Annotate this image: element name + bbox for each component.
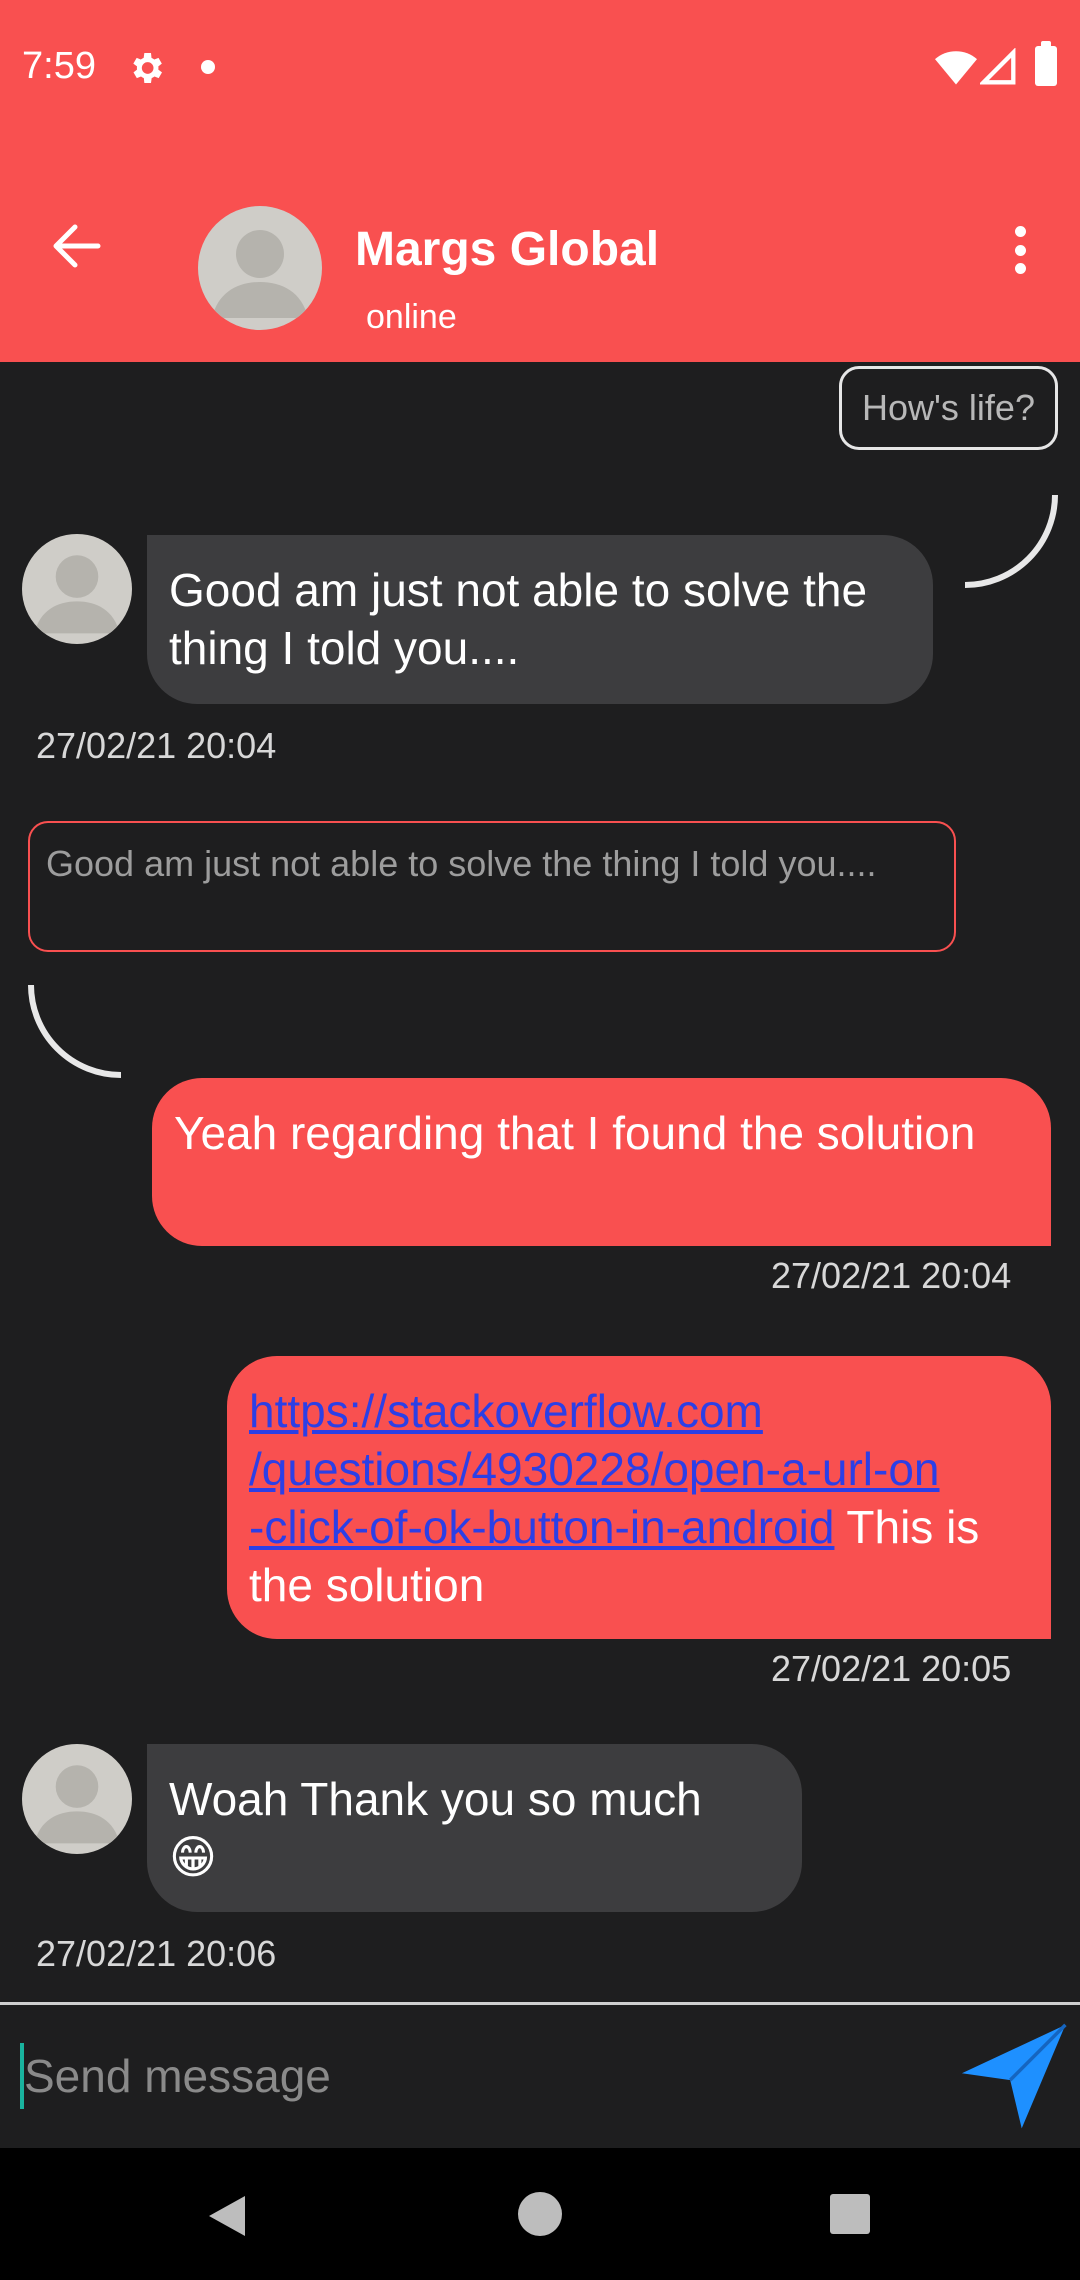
- chat-screen: 7:59 Margs Global online How's life? Goo…: [0, 0, 1080, 2280]
- wifi-icon: [935, 51, 977, 85]
- person-icon: [34, 555, 120, 634]
- message-text: Woah Thank you so much: [169, 1773, 702, 1825]
- battery-icon: [1035, 41, 1057, 86]
- message-time: 27/02/21 20:04: [771, 1255, 1012, 1296]
- swipe-arc-icon: [964, 494, 1058, 588]
- gear-icon: [133, 53, 162, 83]
- back-button[interactable]: [40, 210, 112, 282]
- contact-name: Margs Global: [355, 223, 660, 276]
- contact-status: online: [366, 298, 457, 336]
- message-bubble-incoming[interactable]: Good am just not able to solve the thing…: [147, 535, 933, 704]
- send-icon: [961, 2023, 1067, 2129]
- avatar[interactable]: [22, 1744, 132, 1854]
- arrow-left-icon: [53, 224, 101, 268]
- message-input[interactable]: [24, 2040, 924, 2112]
- person-icon: [34, 1765, 120, 1844]
- contact-avatar[interactable]: [198, 206, 322, 330]
- grinning-emoji-icon: 😁: [169, 1831, 217, 1883]
- swipe-arc-icon: [28, 984, 122, 1078]
- message-time: 27/02/21 20:06: [36, 1933, 277, 1974]
- avatar[interactable]: [22, 534, 132, 644]
- send-button[interactable]: [955, 2018, 1070, 2133]
- person-icon: [212, 230, 308, 318]
- message-bubble-outgoing[interactable]: Yeah regarding that I found the solution: [152, 1078, 1051, 1246]
- nav-recents-icon[interactable]: [830, 2194, 870, 2234]
- quoted-message[interactable]: How's life?: [839, 366, 1058, 450]
- reply-quote[interactable]: Good am just not able to solve the thing…: [28, 821, 956, 952]
- nav-home-icon[interactable]: [518, 2192, 562, 2236]
- message-time: 27/02/21 20:05: [771, 1648, 1012, 1689]
- notification-dot-icon: [201, 60, 215, 74]
- message-bubble-incoming[interactable]: Woah Thank you so much 😁: [147, 1744, 802, 1912]
- message-bubble-outgoing[interactable]: https://stackoverflow.com/questions/4930…: [227, 1356, 1051, 1639]
- message-text: Good am just not able to solve the thing…: [169, 564, 868, 674]
- more-options-button[interactable]: [1000, 220, 1040, 280]
- message-time: 27/02/21 20:04: [36, 725, 277, 766]
- message-text: Yeah regarding that I found the solution: [174, 1107, 976, 1159]
- more-vert-icon: [1014, 226, 1026, 237]
- signal-icon: [980, 48, 1016, 85]
- status-time: 7:59: [22, 45, 96, 87]
- nav-back-icon[interactable]: [205, 2192, 249, 2240]
